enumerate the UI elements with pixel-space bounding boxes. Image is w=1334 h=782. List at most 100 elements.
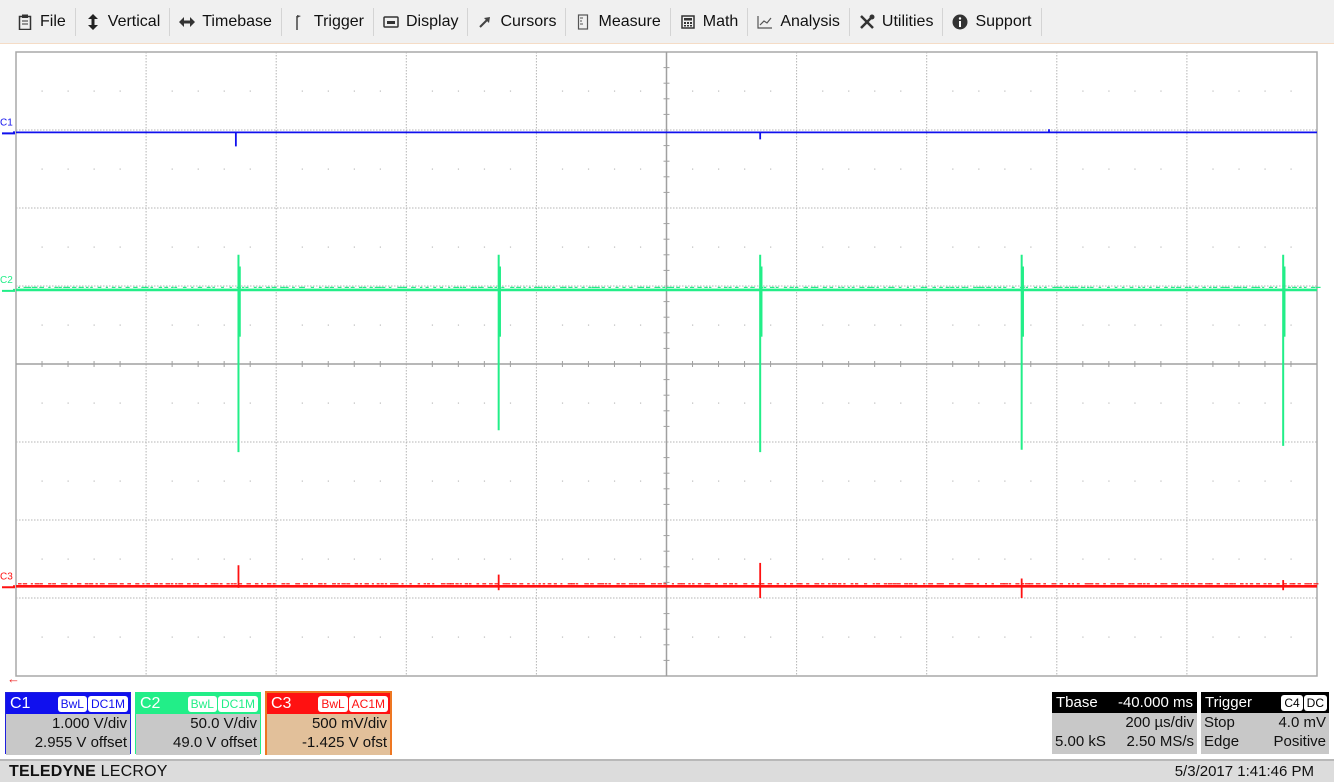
channel-1-marker-label: C1 [0, 117, 13, 128]
channel-1-coupling-badge: DC1M [87, 695, 128, 712]
channel-2-marker-label: C2 [0, 275, 13, 286]
grid-dot [639, 246, 642, 248]
grid-dot [1108, 324, 1110, 326]
grid-dot [1004, 636, 1006, 638]
grid-dot [301, 402, 303, 404]
menu-timebase[interactable]: Timebase [170, 7, 282, 36]
grid-dot [93, 90, 95, 92]
grid-dot [249, 480, 251, 482]
waveform-display[interactable]: C1 C2 C3 [0, 45, 1334, 685]
grid-dot [1134, 246, 1136, 248]
tools-icon [859, 14, 875, 30]
channel-3-descriptor[interactable]: C3 BwL AC1M 500 mV/div -1.425 V ofst [265, 691, 392, 755]
grid-dot [587, 636, 590, 638]
grid-dot [223, 480, 225, 482]
grid-dot [1238, 480, 1240, 482]
grid-dot [1160, 168, 1162, 170]
grid-dot [379, 168, 381, 170]
waveform-canvas[interactable]: C1 C2 C3 [0, 45, 1334, 685]
grid-dot [848, 168, 850, 170]
grid-dot [692, 558, 694, 560]
grid-dot [874, 636, 876, 638]
channel-2-descriptor[interactable]: C2 BwL DC1M 50.0 V/div 49.0 V offset [135, 692, 261, 755]
grid-dot [822, 558, 824, 560]
grid-dot [1212, 324, 1214, 326]
grid-dot [197, 558, 199, 560]
grid-dot [874, 168, 876, 170]
grid-dot [379, 246, 381, 248]
grid-dot [483, 90, 486, 92]
grid-dot [1004, 90, 1006, 92]
grid-dot [171, 168, 173, 170]
grid-dot [457, 636, 460, 638]
grid-dot [1030, 324, 1032, 326]
grid-dot [1030, 636, 1032, 638]
grid-dot [587, 246, 590, 248]
grid-dot [249, 324, 251, 326]
grid-dot [692, 90, 694, 92]
grid-dot [457, 558, 460, 560]
grid-dot [93, 168, 95, 170]
grid-dot [978, 636, 980, 638]
grid-dot [952, 480, 954, 482]
grid-dot [353, 246, 355, 248]
channel-1-vdiv: 1.000 V/div [51, 715, 127, 732]
grid-dot [744, 324, 746, 326]
date-time: 5/3/2017 1:41:46 PM [1174, 763, 1314, 780]
grid-dot [1264, 402, 1266, 404]
grid-dot [457, 402, 460, 404]
grid-dot [1212, 246, 1214, 248]
display-icon [383, 14, 399, 30]
timebase-sample-rate: 2.50 MS/s [1126, 733, 1194, 750]
timebase-delay: -40.000 ms [1117, 694, 1193, 711]
menu-analysis[interactable]: Analysis [748, 7, 850, 36]
channel-1-descriptor[interactable]: C1 BwL DC1M 1.000 V/div 2.955 V offset [5, 692, 131, 755]
menu-utilities[interactable]: Utilities [850, 7, 944, 36]
grid-dot [1004, 558, 1006, 560]
grid-dot [978, 168, 980, 170]
menu-math[interactable]: Math [671, 7, 749, 36]
grid-dot [197, 480, 199, 482]
grid-dot [744, 636, 746, 638]
grid-dot [561, 168, 564, 170]
grid-dot [613, 558, 616, 560]
menu-measure[interactable]: Measure [566, 7, 671, 36]
menu-display[interactable]: Display [374, 7, 469, 36]
grid-dot [1238, 168, 1240, 170]
grid-dot [509, 636, 512, 638]
grid-dot [1030, 168, 1032, 170]
grid-dot [639, 402, 642, 404]
grid-dot [1264, 558, 1266, 560]
grid-dot [1264, 168, 1266, 170]
grid-dot [952, 168, 954, 170]
grid-dot [223, 168, 225, 170]
grid-dot [301, 246, 303, 248]
calculator-icon [680, 14, 696, 30]
grid-dot [1108, 480, 1110, 482]
menu-trigger[interactable]: Trigger [282, 7, 374, 36]
channel-3-bandwidth-badge: BwL [318, 695, 348, 712]
menu-vertical[interactable]: Vertical [76, 7, 171, 36]
menu-support[interactable]: Support [943, 7, 1042, 36]
channel-1-marker [2, 131, 15, 135]
menu-display-label: Display [406, 12, 459, 30]
grid-dot [978, 90, 980, 92]
grid-dot [249, 402, 251, 404]
grid-dot [171, 90, 173, 92]
grid-dot [1082, 90, 1084, 92]
brand-rest: LECROY [95, 762, 168, 780]
grid-dot [1290, 636, 1292, 638]
menu-cursors[interactable]: Cursors [468, 7, 567, 36]
grid-dot [770, 558, 772, 560]
grid-dot [770, 168, 772, 170]
grid-dot [431, 324, 434, 326]
grid-dot [1160, 90, 1162, 92]
timebase-descriptor[interactable]: Tbase -40.000 ms 200 µs/div 5.00 kS 2.50… [1052, 692, 1197, 754]
grid-dot [1264, 636, 1266, 638]
menu-file[interactable]: File [8, 7, 76, 36]
trigger-descriptor[interactable]: Trigger C4 DC Stop 4.0 mV Edge Positive [1201, 692, 1329, 754]
grid-dot [900, 168, 902, 170]
menu-measure-label: Measure [598, 12, 661, 30]
grid-dot [379, 480, 381, 482]
grid-dot [613, 480, 616, 482]
